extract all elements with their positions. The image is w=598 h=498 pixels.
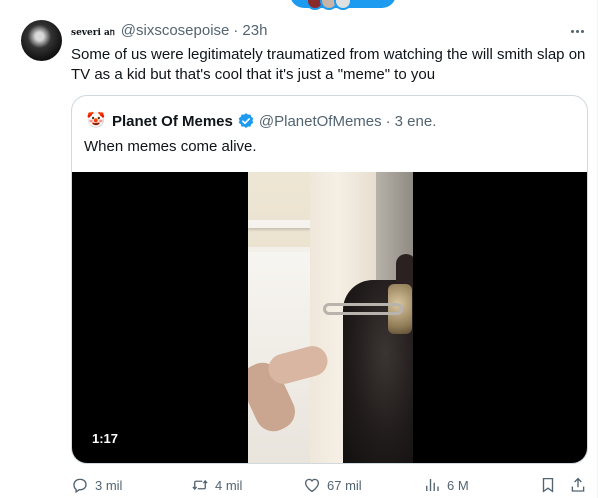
quote-author-avatar[interactable]: 🤡 [86,111,106,131]
reply-icon [73,478,87,494]
bookmark-button[interactable] [539,474,557,496]
reply-count: 3 mil [95,477,123,493]
like-button[interactable]: 67 mil [303,474,362,496]
share-button[interactable] [569,474,587,496]
retweet-button[interactable]: 4 mil [191,474,242,496]
header-separator: · [233,22,239,39]
quoted-tweet[interactable]: 🤡 Planet Of Memes @PlanetOfMemes · 3 ene… [71,95,588,464]
like-icon [304,478,320,493]
tweet-text: Some of us were legitimately traumatized… [71,46,586,83]
views-icon [426,479,439,491]
bookmark-icon [542,477,554,493]
quote-date[interactable]: 3 ene. [395,113,437,130]
author-display-name[interactable]: severi aᥒ [71,28,115,38]
views-button[interactable]: 6 M [423,474,469,496]
video-player[interactable]: 1:17 [72,172,587,463]
like-count: 67 mil [327,477,362,493]
verified-icon [238,113,254,128]
more-icon[interactable] [566,22,588,40]
view-count: 6 M [447,477,469,493]
tweet-timestamp[interactable]: 23h [242,22,267,39]
tweet-actions: 3 mil 4 mil 67 mil 6 M [71,474,588,496]
video-duration-badge: 1:17 [84,429,127,449]
quote-header: Planet Of Memes @PlanetOfMemes · 3 ene. [112,111,436,131]
author-avatar[interactable] [21,20,62,61]
share-icon [571,477,585,492]
quote-text: When memes come alive. [84,138,257,155]
video-frame [248,172,413,463]
quote-author-handle[interactable]: @PlanetOfMemes [259,113,382,130]
new-posts-pill[interactable] [290,0,396,10]
pill-avatar [334,0,352,10]
quote-separator: · [385,112,391,130]
retweet-icon [192,479,208,491]
retweet-count: 4 mil [215,477,243,493]
author-handle[interactable]: @sixscosepoise [121,22,230,39]
reply-button[interactable]: 3 mil [71,474,122,496]
quote-author-name[interactable]: Planet Of Memes [112,113,233,130]
tweet-header: severi aᥒ @sixscosepoise · 23h [71,22,267,42]
